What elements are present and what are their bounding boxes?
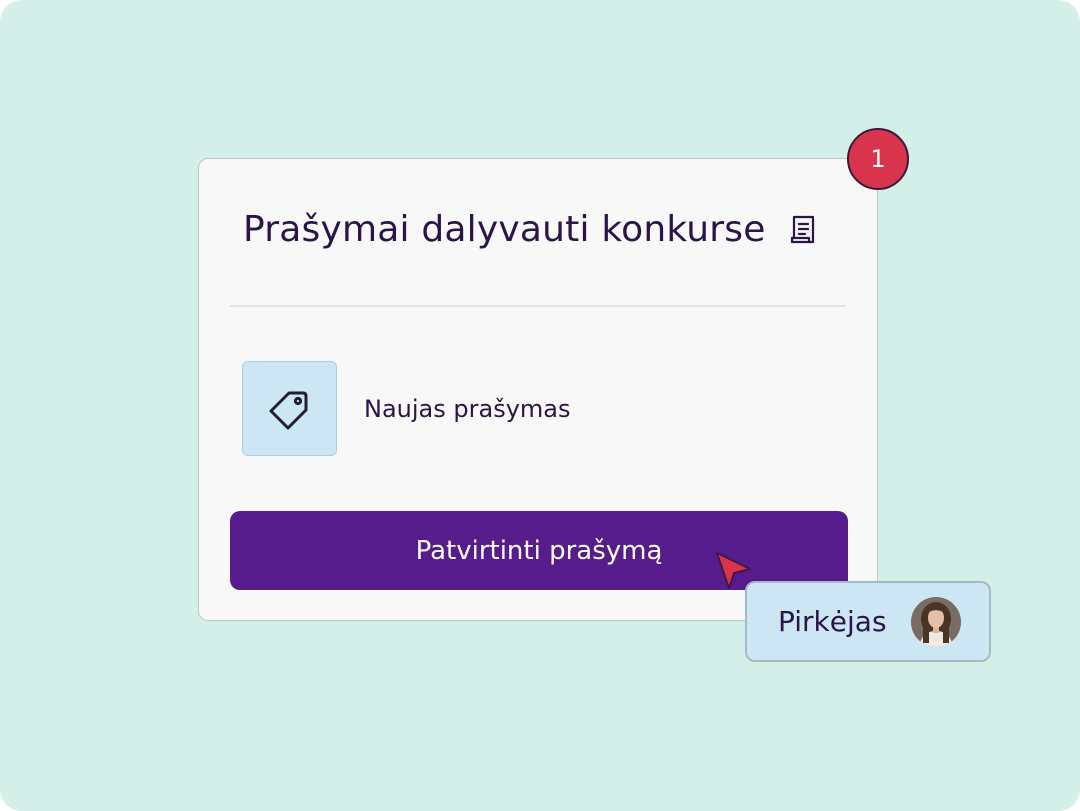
background-canvas: Prašymai dalyvauti konkurse Naujas prašy… xyxy=(0,0,1080,811)
confirm-request-button[interactable]: Patvirtinti prašymą xyxy=(230,511,848,590)
tender-requests-card: Prašymai dalyvauti konkurse Naujas prašy… xyxy=(198,158,878,621)
card-title: Prašymai dalyvauti konkurse xyxy=(243,209,766,250)
new-request-label: Naujas prašymas xyxy=(364,394,571,423)
tag-icon-box xyxy=(242,361,337,456)
notification-badge: 1 xyxy=(847,128,909,190)
tag-icon xyxy=(269,391,307,429)
document-icon xyxy=(790,215,814,243)
card-header: Prašymai dalyvauti konkurse xyxy=(243,209,820,250)
avatar xyxy=(911,597,961,647)
user-name: Pirkėjas xyxy=(778,605,887,638)
new-request-item[interactable]: Naujas prašymas xyxy=(242,361,570,456)
user-tag: Pirkėjas xyxy=(745,581,991,662)
card-divider xyxy=(230,305,846,307)
